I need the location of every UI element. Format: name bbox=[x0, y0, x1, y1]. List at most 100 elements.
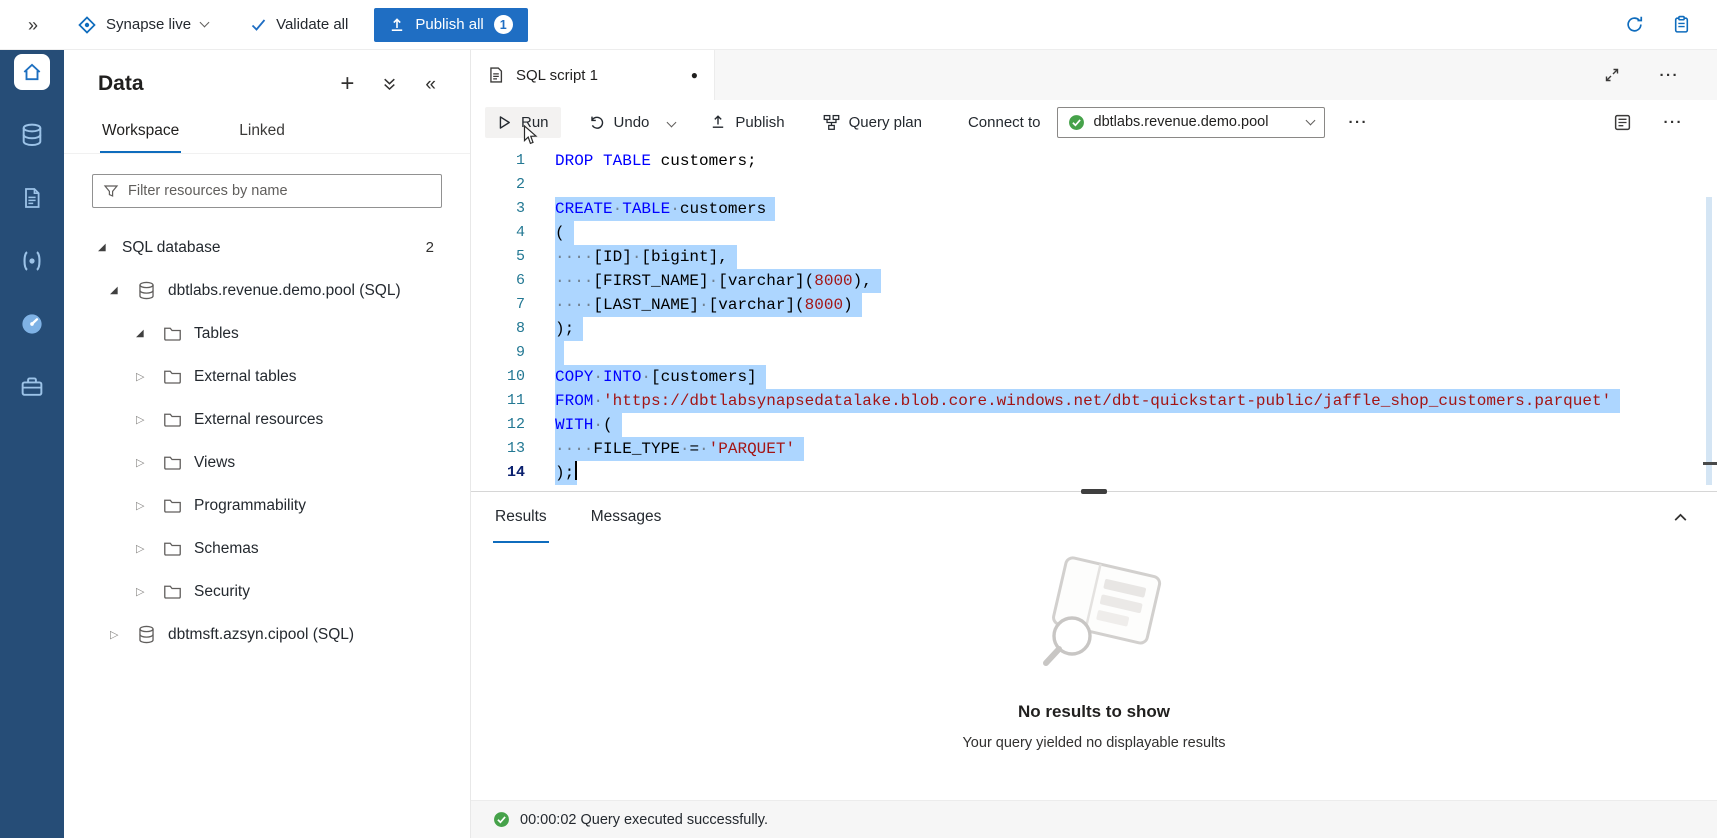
tree-item[interactable]: ◢Tables bbox=[64, 312, 470, 355]
code-line[interactable]: 10COPY·INTO·[customers] bbox=[471, 365, 1717, 389]
chevron-collapsed-icon[interactable]: ▷ bbox=[136, 499, 158, 512]
expand-editor-icon[interactable] bbox=[1604, 67, 1620, 83]
undo-dropdown-chevron[interactable] bbox=[661, 106, 682, 138]
mode-label: Synapse live bbox=[106, 16, 191, 33]
nav-develop[interactable] bbox=[14, 180, 50, 216]
panel-resize-handle[interactable] bbox=[1081, 489, 1107, 494]
tree-item[interactable]: ▷Views bbox=[64, 441, 470, 484]
home-icon bbox=[21, 61, 43, 83]
tree-item[interactable]: ◢SQL database2 bbox=[64, 226, 470, 269]
chevron-collapsed-icon[interactable]: ▷ bbox=[136, 413, 158, 426]
code-line[interactable]: 5····[ID]·[bigint], bbox=[471, 245, 1717, 269]
branch-mode-selector[interactable]: Synapse live bbox=[78, 16, 208, 34]
chevron-collapsed-icon[interactable]: ▷ bbox=[136, 456, 158, 469]
nav-integrate[interactable] bbox=[14, 243, 50, 279]
tree-item[interactable]: ▷External tables bbox=[64, 355, 470, 398]
code-line[interactable]: 8); bbox=[471, 317, 1717, 341]
chevron-collapsed-icon[interactable]: ▷ bbox=[136, 542, 158, 555]
chevron-expanded-icon[interactable]: ◢ bbox=[110, 285, 132, 296]
code-line[interactable]: 6····[FIRST_NAME]·[varchar](8000), bbox=[471, 269, 1717, 293]
tree-item-label: Programmability bbox=[194, 497, 306, 515]
tree-item-label: dbtmsft.azsyn.cipool (SQL) bbox=[168, 626, 354, 644]
code-line[interactable]: 12WITH·( bbox=[471, 413, 1717, 437]
validate-check-icon bbox=[250, 16, 267, 33]
code-line[interactable]: 7····[LAST_NAME]·[varchar](8000) bbox=[471, 293, 1717, 317]
database-icon bbox=[137, 281, 156, 300]
results-body: No results to show Your query yielded no… bbox=[471, 543, 1717, 800]
chevron-collapsed-icon[interactable]: ▷ bbox=[136, 585, 158, 598]
code-text: ····FILE_TYPE·=·'PARQUET' bbox=[555, 437, 804, 461]
run-button[interactable]: Run bbox=[485, 107, 561, 138]
tree-item[interactable]: ▷ Schemas bbox=[64, 527, 470, 570]
folder-icon bbox=[163, 324, 182, 343]
nav-home[interactable] bbox=[14, 54, 50, 90]
clipboard-icon[interactable] bbox=[1672, 15, 1691, 34]
pool-name: dbtlabs.revenue.demo.pool bbox=[1094, 114, 1298, 130]
tree-item[interactable]: ▷ dbtmsft.azsyn.cipool (SQL) bbox=[64, 613, 470, 656]
code-line[interactable]: 14); bbox=[471, 461, 1717, 485]
tab-linked[interactable]: Linked bbox=[237, 112, 287, 153]
tab-more-icon[interactable]: ··· bbox=[1650, 62, 1690, 89]
code-line[interactable]: 2 bbox=[471, 173, 1717, 197]
validate-all-label: Validate all bbox=[276, 16, 348, 33]
line-number: 10 bbox=[471, 365, 555, 389]
tab-messages[interactable]: Messages bbox=[589, 492, 664, 543]
pool-chevron-icon bbox=[1305, 115, 1315, 125]
chevron-collapsed-icon[interactable]: ▷ bbox=[110, 628, 132, 641]
database-icon bbox=[19, 122, 45, 148]
tree-item[interactable]: ▷Security bbox=[64, 570, 470, 613]
tree-item[interactable]: ▷ Programmability bbox=[64, 484, 470, 527]
folder-icon bbox=[163, 453, 182, 472]
tree-item-label: dbtlabs.revenue.demo.pool (SQL) bbox=[168, 282, 401, 300]
undo-button[interactable]: Undo bbox=[577, 107, 662, 138]
nav-data[interactable] bbox=[14, 117, 50, 153]
nav-manage[interactable] bbox=[14, 369, 50, 405]
tree-item[interactable]: ▷External resources bbox=[64, 398, 470, 441]
tab-results[interactable]: Results bbox=[493, 492, 549, 543]
chevron-down-icon[interactable] bbox=[200, 18, 210, 28]
code-text: COPY·INTO·[customers] bbox=[555, 365, 766, 389]
synapse-logo-icon bbox=[78, 16, 96, 34]
tree-item[interactable]: ◢ dbtlabs.revenue.demo.pool (SQL) bbox=[64, 269, 470, 312]
refresh-icon[interactable] bbox=[1625, 15, 1644, 34]
publish-all-button[interactable]: Publish all 1 bbox=[374, 8, 527, 42]
overview-ruler[interactable] bbox=[1703, 144, 1717, 491]
database-icon bbox=[137, 625, 156, 644]
publish-button[interactable]: Publish bbox=[698, 107, 796, 138]
code-text bbox=[555, 341, 564, 365]
filter-input[interactable] bbox=[128, 183, 431, 199]
editor-more-icon[interactable]: ··· bbox=[1654, 109, 1694, 136]
tree-item-label: SQL database bbox=[122, 239, 221, 257]
code-line[interactable]: 11FROM·'https://dbtlabsynapsedatalake.bl… bbox=[471, 389, 1717, 413]
code-line[interactable]: 4( bbox=[471, 221, 1717, 245]
tree-item-label: Schemas bbox=[194, 540, 259, 558]
query-plan-button[interactable]: Query plan bbox=[811, 107, 934, 138]
code-line[interactable]: 13····FILE_TYPE·=·'PARQUET' bbox=[471, 437, 1717, 461]
toolbar-more-icon[interactable]: ··· bbox=[1339, 109, 1379, 136]
chevron-collapsed-icon[interactable]: ▷ bbox=[136, 370, 158, 383]
pool-selector-dropdown[interactable]: dbtlabs.revenue.demo.pool bbox=[1057, 107, 1325, 138]
chevron-expanded-icon[interactable]: ◢ bbox=[136, 328, 158, 339]
chevron-expanded-icon[interactable]: ◢ bbox=[98, 242, 120, 253]
top-bar: » Synapse live Validate all Publish all … bbox=[0, 0, 1717, 50]
line-number: 14 bbox=[471, 461, 555, 485]
double-chevron-down-icon[interactable] bbox=[382, 76, 397, 92]
code-line[interactable]: 9 bbox=[471, 341, 1717, 365]
line-number: 2 bbox=[471, 173, 555, 197]
text-cursor bbox=[575, 461, 577, 480]
nav-monitor[interactable] bbox=[14, 306, 50, 342]
sql-script-tab[interactable]: SQL script 1 ● bbox=[471, 50, 715, 100]
code-text: FROM·'https://dbtlabsynapsedatalake.blob… bbox=[555, 389, 1620, 413]
validate-all-button[interactable]: Validate all bbox=[250, 16, 348, 33]
code-text: DROP TABLE customers; bbox=[555, 149, 757, 173]
code-line[interactable]: 1DROP TABLE customers; bbox=[471, 149, 1717, 173]
code-line[interactable]: 3CREATE·TABLE·customers bbox=[471, 197, 1717, 221]
folder-icon bbox=[163, 582, 182, 601]
properties-icon[interactable] bbox=[1613, 113, 1632, 132]
collapse-panel-icon[interactable]: « bbox=[425, 75, 436, 94]
sql-code-editor[interactable]: 1DROP TABLE customers;23CREATE·TABLE·cus… bbox=[471, 144, 1717, 491]
expand-nav-icon[interactable]: » bbox=[28, 16, 38, 34]
collapse-results-icon[interactable] bbox=[1672, 492, 1689, 543]
add-resource-icon[interactable]: + bbox=[340, 72, 354, 96]
tab-workspace[interactable]: Workspace bbox=[100, 112, 181, 153]
